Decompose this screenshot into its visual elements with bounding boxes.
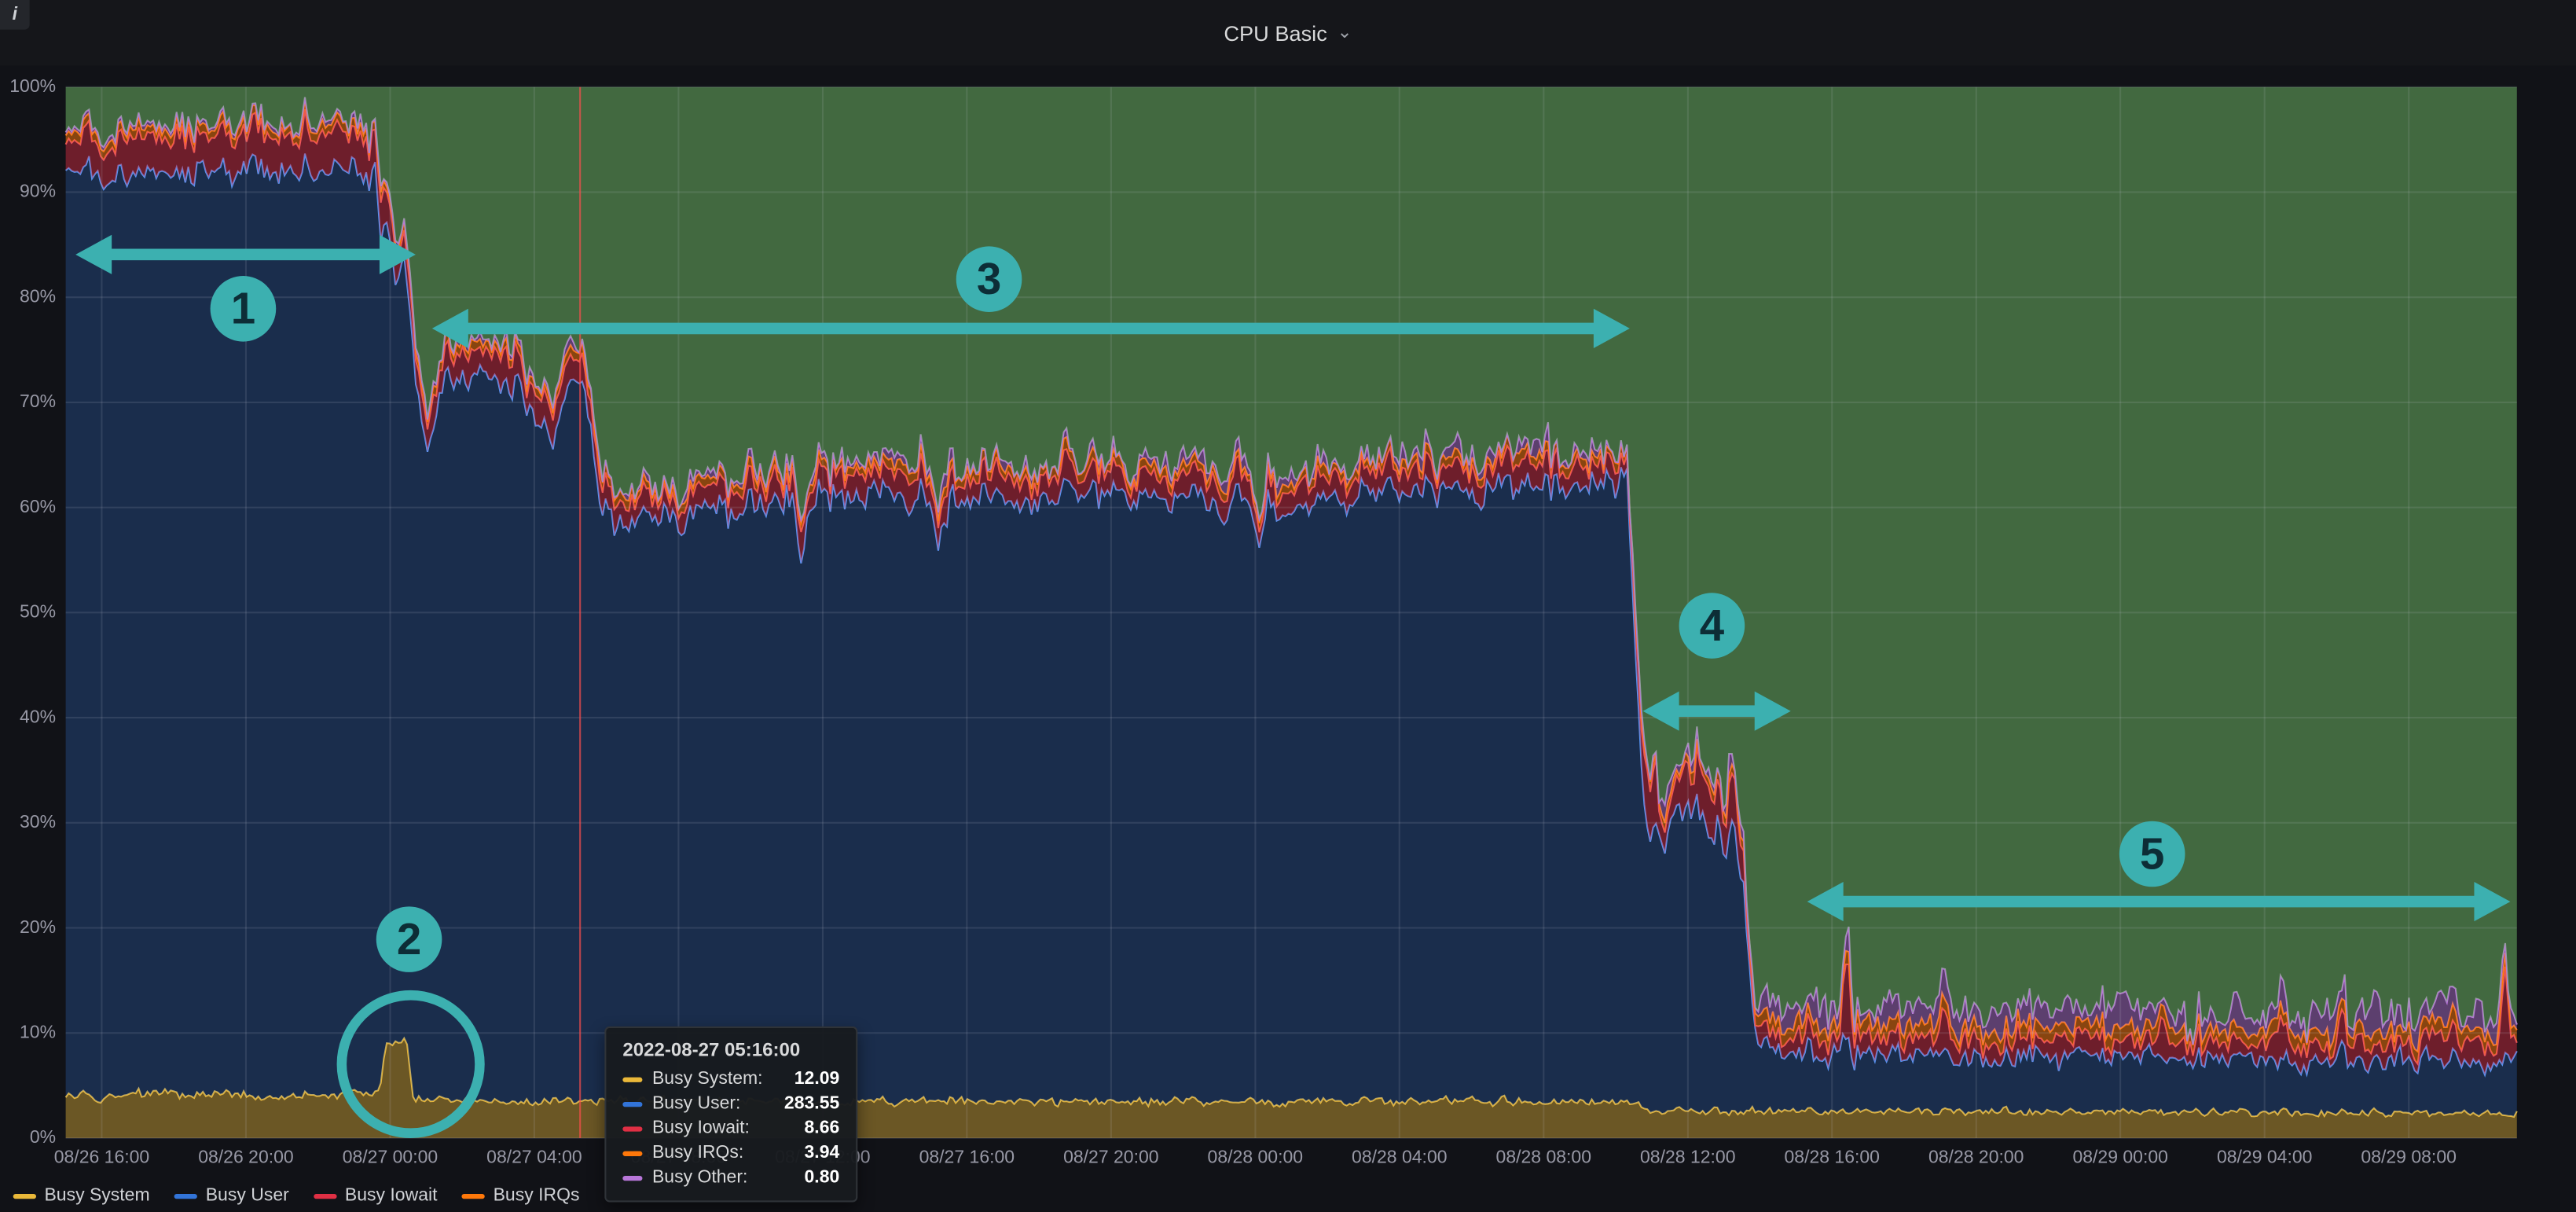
legend-label: Busy IRQs	[494, 1186, 580, 1206]
tooltip-row: Busy IRQs: 3.94	[622, 1143, 839, 1162]
tooltip-series-label: Busy IRQs:	[652, 1143, 743, 1162]
x-axis-label: 08/29 08:00	[2338, 1148, 2479, 1167]
y-axis-label: 20%	[0, 918, 56, 938]
x-axis-label: 08/28 16:00	[1761, 1148, 1903, 1167]
legend-label: Busy User	[206, 1186, 289, 1206]
panel-info-icon[interactable]: i	[0, 0, 30, 30]
cpu-usage-chart[interactable]	[0, 0, 2576, 1212]
legend-item-busy-irqs[interactable]: Busy IRQs	[462, 1186, 580, 1206]
tooltip-series-label: Busy Other:	[652, 1168, 747, 1188]
tooltip-row: Busy Iowait: 8.66	[622, 1118, 839, 1138]
legend-label: Busy Iowait	[345, 1186, 438, 1206]
tooltip-series-value: 12.09	[772, 1069, 839, 1089]
legend-item-busy-user[interactable]: Busy User	[174, 1186, 289, 1206]
legend-item-busy-iowait[interactable]: Busy Iowait	[314, 1186, 437, 1206]
tooltip-series-dash	[622, 1101, 642, 1106]
x-axis-label: 08/28 00:00	[1184, 1148, 1326, 1167]
legend-label: Busy System	[44, 1186, 149, 1206]
tooltip-row: Busy Other: 0.80	[622, 1168, 839, 1188]
tooltip-rows: Busy System:12.09Busy User:283.55Busy Io…	[622, 1069, 839, 1187]
x-axis-label: 08/27 20:00	[1040, 1148, 1182, 1167]
tooltip-series-dash	[622, 1175, 642, 1180]
legend-color-dash	[462, 1193, 485, 1198]
legend-item-busy-system[interactable]: Busy System	[13, 1186, 150, 1206]
tooltip: 2022-08-27 05:16:00 Busy System:12.09Bus…	[604, 1027, 857, 1203]
tooltip-series-value: 283.55	[750, 1094, 839, 1114]
y-axis-label: 80%	[0, 288, 56, 307]
x-axis-label: 08/27 16:00	[896, 1148, 1037, 1167]
x-axis-label: 08/26 20:00	[175, 1148, 317, 1167]
y-axis-label: 90%	[0, 182, 56, 202]
y-axis-label: 30%	[0, 813, 56, 832]
x-axis-label: 08/28 20:00	[1906, 1148, 2047, 1167]
y-axis-label: 50%	[0, 603, 56, 623]
x-axis-label: 08/29 00:00	[2049, 1148, 2191, 1167]
tooltip-series-value: 3.94	[754, 1143, 839, 1162]
tooltip-series-value: 8.66	[760, 1118, 840, 1138]
tooltip-series-label: Busy System:	[652, 1069, 763, 1089]
tooltip-series-label: Busy User:	[652, 1094, 740, 1114]
y-axis-label: 60%	[0, 498, 56, 517]
tooltip-row: Busy System: 12.09	[622, 1069, 839, 1089]
y-axis-label: 10%	[0, 1023, 56, 1043]
x-axis-label: 08/26 16:00	[31, 1148, 173, 1167]
y-axis-label: 0%	[0, 1128, 56, 1148]
x-axis-label: 08/28 08:00	[1473, 1148, 1614, 1167]
legend-color-dash	[13, 1193, 36, 1198]
legend: Busy System Busy User Busy Iowait Busy IRQs	[13, 1186, 580, 1206]
x-axis-label: 08/27 00:00	[320, 1148, 461, 1167]
tooltip-series-dash	[622, 1126, 642, 1130]
tooltip-series-value: 0.80	[758, 1168, 839, 1188]
legend-color-dash	[314, 1193, 336, 1198]
x-axis-label: 08/28 12:00	[1617, 1148, 1759, 1167]
tooltip-series-label: Busy Iowait:	[652, 1118, 750, 1138]
tooltip-timestamp: 2022-08-27 05:16:00	[622, 1041, 839, 1061]
x-axis-label: 08/29 04:00	[2194, 1148, 2336, 1167]
y-axis-label: 40%	[0, 708, 56, 728]
grafana-panel: i CPU Basic ⌄ 0%10%20%30%40%50%60%70%80%…	[0, 0, 2576, 1212]
tooltip-series-dash	[622, 1151, 642, 1155]
y-axis-label: 100%	[0, 77, 56, 97]
y-axis-label: 70%	[0, 392, 56, 412]
tooltip-row: Busy User: 283.55	[622, 1094, 839, 1114]
tooltip-series-dash	[622, 1077, 642, 1082]
legend-color-dash	[174, 1193, 197, 1198]
x-axis-label: 08/28 04:00	[1329, 1148, 1470, 1167]
x-axis-label: 08/27 04:00	[464, 1148, 605, 1167]
